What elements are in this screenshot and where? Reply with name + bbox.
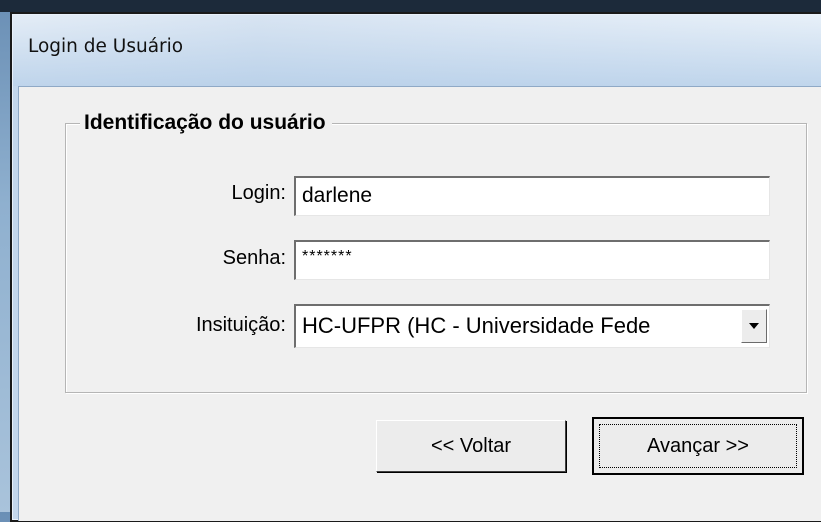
senha-label: Senha: xyxy=(222,247,286,269)
dialog-client-area: Identificação do usuário Login: darlene … xyxy=(18,86,821,521)
institution-select-value: HC-UFPR (HC - Universidade Fede xyxy=(302,313,651,338)
back-button[interactable]: << Voltar xyxy=(376,420,566,472)
background-taskbar-strip xyxy=(0,0,821,12)
user-identification-group: Identificação do usuário Login: darlene … xyxy=(65,106,807,393)
login-dialog: Login de Usuário Identificação do usuári… xyxy=(10,12,821,522)
institution-select[interactable]: HC-UFPR (HC - Universidade Fede xyxy=(294,304,770,348)
group-legend: Identificação do usuário xyxy=(80,106,332,140)
next-button-label: Avançar >> xyxy=(647,434,749,457)
instituicao-label: Insituição: xyxy=(195,314,286,336)
window-title: Login de Usuário xyxy=(28,36,184,57)
password-field[interactable]: ******* xyxy=(294,240,770,280)
login-field[interactable]: darlene xyxy=(294,176,770,216)
login-label: Login: xyxy=(231,182,287,204)
back-button-label: << Voltar xyxy=(430,434,512,457)
next-button[interactable]: Avançar >> xyxy=(592,417,804,475)
chevron-down-icon[interactable] xyxy=(741,309,767,343)
